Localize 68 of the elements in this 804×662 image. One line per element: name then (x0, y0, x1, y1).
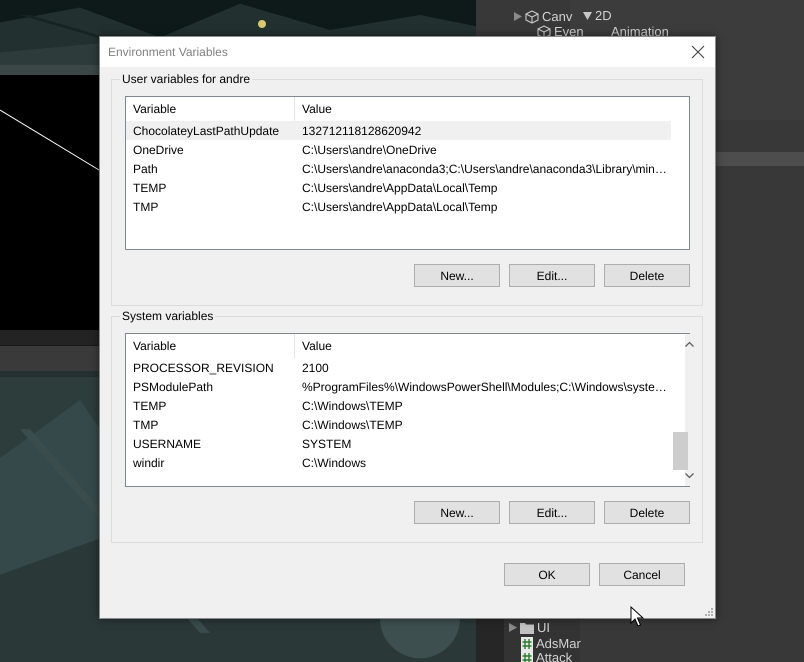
column-header[interactable]: Value (295, 334, 332, 358)
variable-name: Path (132, 162, 159, 176)
variable-value: C:\Windows\TEMP (301, 398, 403, 412)
section-label[interactable]: Animation (611, 24, 669, 39)
variable-name: TEMP (132, 180, 168, 194)
variable-row[interactable]: windir C:\Windows (126, 453, 667, 472)
variable-row[interactable]: TMP C:\Windows\TEMP (126, 415, 667, 434)
collapsed-arrow-icon[interactable] (514, 12, 522, 21)
section-label[interactable]: 2D (595, 8, 612, 23)
script-file-icon (521, 636, 533, 650)
collapsed-arrow-icon[interactable] (509, 623, 517, 632)
variable-row[interactable]: PROCESSOR_REVISION 2100 (126, 358, 667, 377)
variable-name: TMP (132, 418, 160, 432)
dialog-button[interactable]: Delete (604, 501, 690, 524)
variable-row[interactable]: TEMP C:\Windows\TEMP (126, 396, 667, 415)
variable-row[interactable]: TEMP C:\Users\andre\AppData\Local\Temp (126, 178, 671, 197)
column-header[interactable]: Value (295, 97, 332, 121)
variable-row[interactable]: OneDrive C:\Users\andre\OneDrive (126, 140, 671, 159)
variable-name: windir (132, 456, 166, 470)
variable-value: C:\Windows\TEMP (301, 418, 403, 432)
cube-icon (537, 24, 551, 38)
variable-row[interactable]: Path C:\Users\andre\anaconda3;C:\Users\andre\anaconda3\Library\min… (126, 159, 671, 178)
scrollbar-thumb[interactable] (673, 432, 688, 470)
variable-name: USERNAME (132, 436, 202, 450)
variable-row[interactable]: ChocolateyLastPathUpdate 132712118128620942 (126, 121, 671, 140)
variable-value: C:\Windows (301, 456, 366, 470)
group-title: User variables for andre (120, 72, 252, 86)
dialog-button[interactable]: Edit... (509, 501, 595, 524)
dialog-button[interactable]: New... (414, 264, 500, 287)
variable-value: 2100 (301, 360, 329, 374)
mouse-pointer-icon (630, 606, 644, 628)
variables-list[interactable] (125, 96, 690, 250)
variable-value: %ProgramFiles%\WindowsPowerShell\Modules;C:\Windows\syste… (301, 380, 667, 394)
variable-row[interactable]: PSModulePath %ProgramFiles%\WindowsPowerShell\Modules;C:\Windows\syste… (126, 377, 667, 396)
dialog-button[interactable]: Edit... (509, 264, 595, 287)
project-item[interactable]: Attack (536, 650, 572, 662)
close-icon[interactable] (691, 45, 705, 59)
variable-name: OneDrive (132, 142, 185, 156)
group-title: System variables (120, 309, 216, 323)
dialog-button[interactable]: Cancel (599, 563, 685, 586)
project-item[interactable]: UI (537, 620, 550, 635)
variable-name: PSModulePath (132, 380, 214, 394)
variable-row[interactable]: TMP C:\Users\andre\AppData\Local\Temp (126, 197, 671, 216)
dialog-button[interactable]: OK (504, 563, 590, 586)
scroll-up-icon[interactable] (684, 341, 694, 347)
variable-value: C:\Users\andre\AppData\Local\Temp (301, 180, 498, 194)
variable-value: 132712118128620942 (301, 124, 422, 138)
variable-value: C:\Users\andre\OneDrive (301, 142, 437, 156)
hierarchy-item[interactable]: Even (554, 24, 584, 39)
script-file-icon (521, 650, 533, 662)
variable-name: ChocolateyLastPathUpdate (132, 124, 280, 138)
column-header[interactable]: Variable (126, 334, 295, 358)
window-title: Environment Variables (108, 45, 228, 59)
variable-name: PROCESSOR_REVISION (132, 360, 275, 374)
variable-value: SYSTEM (301, 436, 352, 450)
expanded-arrow-icon[interactable] (583, 12, 592, 20)
scroll-down-icon[interactable] (684, 473, 694, 479)
variable-value: C:\Users\andre\anaconda3;C:\Users\andre\anaconda3\Library\min… (301, 162, 667, 176)
project-item[interactable]: AdsMar (536, 636, 581, 651)
variable-row[interactable]: USERNAME SYSTEM (126, 434, 667, 453)
resize-grip-icon[interactable] (704, 607, 713, 616)
cube-icon (525, 10, 539, 24)
dialog-button[interactable]: Delete (604, 264, 690, 287)
variable-name: TMP (132, 200, 160, 214)
dialog-button[interactable]: New... (414, 501, 500, 524)
variable-name: TEMP (132, 398, 168, 412)
variable-value: C:\Users\andre\AppData\Local\Temp (301, 200, 498, 214)
hierarchy-item[interactable]: Canv (542, 9, 572, 24)
